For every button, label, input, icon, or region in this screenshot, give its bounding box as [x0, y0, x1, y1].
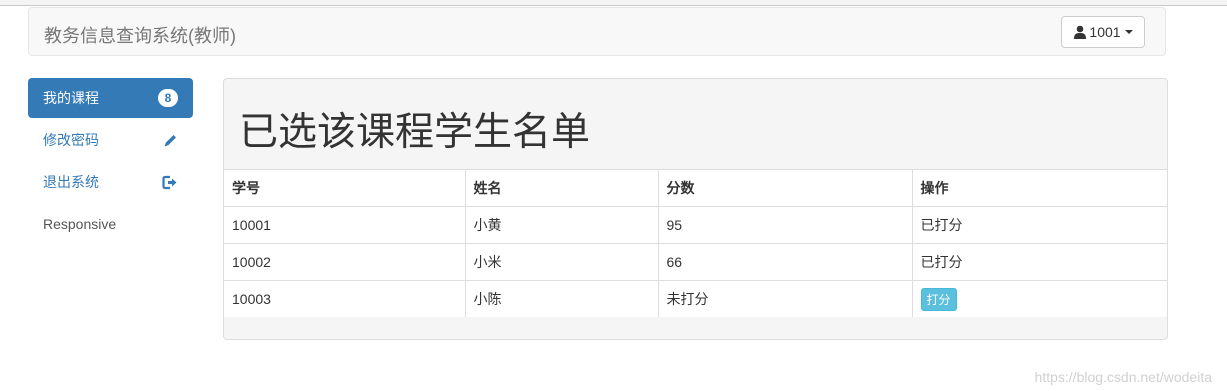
- sidebar-item-change-password[interactable]: 修改密码: [28, 120, 193, 160]
- cell-student-id: 10003: [224, 280, 465, 317]
- column-header-action: 操作: [911, 169, 1167, 207]
- table-header-row: 学号 姓名 分数 操作: [224, 169, 1167, 207]
- cell-action: 打分: [911, 280, 1167, 317]
- chevron-down-icon: [1124, 30, 1133, 34]
- table-row: 10003 小陈 未打分 打分: [224, 280, 1167, 317]
- table-row: 10001 小黄 95 已打分: [224, 206, 1167, 244]
- cell-student-id: 10001: [224, 206, 465, 244]
- student-table: 学号 姓名 分数 操作 10001 小黄 95 已打分 10002 小米 66 …: [224, 169, 1167, 317]
- cell-score: 95: [657, 206, 912, 244]
- grade-button[interactable]: 打分: [920, 287, 957, 311]
- student-list-panel: 已选该课程学生名单 学号 姓名 分数 操作 10001 小黄 95 已打分 10…: [223, 78, 1168, 340]
- cell-status: 已打分: [911, 243, 1167, 281]
- cell-status: 已打分: [911, 206, 1167, 244]
- sidebar-item-responsive: Responsive: [28, 204, 193, 244]
- column-header-score: 分数: [657, 169, 912, 207]
- cell-name: 小黄: [464, 206, 658, 244]
- column-header-name: 姓名: [464, 169, 658, 207]
- cell-score: 未打分: [657, 280, 912, 317]
- sidebar-item-label: 我的课程: [43, 90, 99, 106]
- sidebar-item-label: Responsive: [43, 216, 117, 232]
- pencil-icon: [164, 134, 176, 146]
- sidebar-item-my-courses[interactable]: 我的课程 8: [28, 78, 193, 118]
- sidebar: 我的课程 8 修改密码 退出系统 Responsive: [28, 78, 193, 246]
- watermark: https://blog.csdn.net/wodeita: [1034, 369, 1212, 385]
- top-navbar: 教务信息查询系统(教师) 1001: [28, 7, 1166, 56]
- cell-name: 小陈: [464, 280, 658, 317]
- cell-name: 小米: [464, 243, 658, 281]
- page-title: 已选该课程学生名单: [239, 111, 591, 154]
- course-count-badge: 8: [158, 89, 178, 107]
- app-brand[interactable]: 教务信息查询系统(教师): [44, 22, 236, 48]
- column-header-student-id: 学号: [224, 169, 465, 207]
- table-row: 10002 小米 66 已打分: [224, 243, 1167, 281]
- cell-student-id: 10002: [224, 243, 465, 281]
- user-id-label: 1001: [1089, 24, 1121, 40]
- logout-icon: [162, 175, 177, 189]
- user-icon: [1074, 25, 1087, 39]
- sidebar-item-label: 退出系统: [43, 174, 99, 190]
- sidebar-item-label: 修改密码: [43, 132, 99, 148]
- sidebar-item-logout[interactable]: 退出系统: [28, 162, 193, 202]
- user-menu-button[interactable]: 1001: [1061, 16, 1145, 48]
- browser-top-edge: [0, 0, 1227, 6]
- cell-score: 66: [657, 243, 912, 281]
